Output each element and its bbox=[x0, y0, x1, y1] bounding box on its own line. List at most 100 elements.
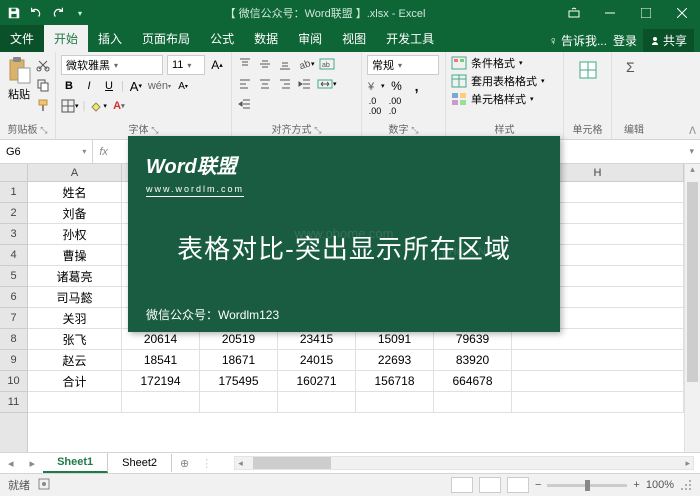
cells-group-label: 单元格 bbox=[573, 120, 603, 137]
font-name-select[interactable]: 微软雅黑▾ bbox=[61, 55, 163, 75]
align-center-icon[interactable] bbox=[257, 75, 273, 93]
cond-format-button[interactable]: 条件格式 ▾ bbox=[451, 55, 558, 71]
resize-grip-icon[interactable] bbox=[680, 479, 692, 491]
fill-color-icon[interactable]: ▾ bbox=[89, 97, 107, 115]
clipboard-launcher-icon[interactable]: ⤡ bbox=[40, 125, 47, 135]
vertical-scrollbar[interactable]: ▴ bbox=[684, 164, 700, 452]
table-format-button[interactable]: 套用表格格式 ▾ bbox=[451, 73, 558, 89]
svg-text:ab: ab bbox=[298, 58, 311, 71]
fx-icon[interactable]: fx bbox=[99, 146, 108, 158]
watermark-1: www.ohome.com bbox=[295, 226, 394, 241]
tab-view[interactable]: 视图 bbox=[332, 25, 376, 52]
zoom-out-icon[interactable]: − bbox=[535, 479, 541, 491]
clipboard-label: 剪贴板 bbox=[8, 125, 38, 136]
view-pagebreak-icon[interactable] bbox=[507, 477, 529, 493]
sheet-tab-2[interactable]: Sheet2 bbox=[108, 454, 172, 472]
grow-font-icon[interactable]: A▴ bbox=[209, 56, 225, 74]
tab-home[interactable]: 开始 bbox=[44, 25, 88, 52]
row-headers[interactable]: 1234567891011 bbox=[0, 182, 28, 452]
align-bottom-icon[interactable] bbox=[277, 55, 293, 73]
tab-file[interactable]: 文件 bbox=[0, 25, 44, 52]
italic-button[interactable]: I bbox=[81, 77, 97, 95]
align-middle-icon[interactable] bbox=[257, 55, 273, 73]
collapse-ribbon-icon[interactable]: ᐱ bbox=[689, 126, 696, 137]
zoom-slider[interactable] bbox=[547, 484, 627, 487]
number-group-label: 数字 bbox=[389, 125, 409, 136]
redo-icon[interactable] bbox=[48, 3, 68, 23]
inc-decimal-icon[interactable]: .0.00 bbox=[367, 97, 383, 115]
percent-icon[interactable]: % bbox=[389, 77, 405, 95]
font-color-icon[interactable]: A▾ bbox=[111, 97, 127, 115]
accounting-icon[interactable]: ¥▾ bbox=[367, 77, 385, 95]
styles-group-label: 样式 bbox=[451, 120, 558, 137]
indent-inc-icon[interactable] bbox=[237, 95, 253, 113]
bold-button[interactable]: B bbox=[61, 77, 77, 95]
view-normal-icon[interactable] bbox=[451, 477, 473, 493]
close-icon[interactable] bbox=[664, 0, 700, 26]
merge-icon[interactable]: ▾ bbox=[317, 75, 337, 93]
border-icon[interactable]: ▾ bbox=[61, 97, 79, 115]
zoom-level[interactable]: 100% bbox=[646, 479, 674, 491]
underline-button[interactable]: U bbox=[101, 77, 117, 95]
promo-overlay: Word联盟 www.wordlm.com www.ohome.com 表格对比… bbox=[128, 136, 560, 332]
svg-text:Σ: Σ bbox=[626, 59, 635, 75]
table-row[interactable] bbox=[28, 392, 684, 413]
sheet-nav-prev-icon[interactable]: ◂ bbox=[0, 457, 22, 470]
shrink-font-icon[interactable]: A▾ bbox=[175, 77, 191, 95]
orientation-icon[interactable]: ab▾ bbox=[297, 55, 315, 73]
zoom-in-icon[interactable]: + bbox=[633, 479, 639, 491]
qat-more-icon[interactable]: ▾ bbox=[70, 3, 90, 23]
macro-record-icon[interactable] bbox=[38, 478, 50, 493]
cut-icon[interactable] bbox=[35, 56, 51, 74]
share-button[interactable]: 共享 bbox=[643, 29, 694, 52]
name-box[interactable]: G6▾ bbox=[0, 140, 93, 163]
tab-layout[interactable]: 页面布局 bbox=[132, 25, 200, 52]
number-launcher-icon[interactable]: ⤡ bbox=[411, 125, 418, 135]
select-all-corner[interactable] bbox=[0, 164, 28, 182]
comma-icon[interactable]: , bbox=[409, 77, 425, 95]
align-launcher-icon[interactable]: ⤡ bbox=[314, 125, 321, 135]
tab-formula[interactable]: 公式 bbox=[200, 25, 244, 52]
dec-decimal-icon[interactable]: .00.0 bbox=[387, 97, 403, 115]
font-phonetic-icon[interactable]: wén▾ bbox=[148, 77, 171, 95]
wrap-text-icon[interactable]: ab bbox=[319, 55, 335, 73]
cells-button[interactable] bbox=[576, 54, 600, 86]
edit-button[interactable]: Σ bbox=[622, 54, 646, 86]
undo-icon[interactable] bbox=[26, 3, 46, 23]
font-launcher-icon[interactable]: ⤡ bbox=[151, 125, 158, 135]
horizontal-scrollbar[interactable]: ◂ ▸ bbox=[234, 456, 694, 470]
tab-review[interactable]: 审阅 bbox=[288, 25, 332, 52]
tab-insert[interactable]: 插入 bbox=[88, 25, 132, 52]
view-layout-icon[interactable] bbox=[479, 477, 501, 493]
indent-dec-icon[interactable] bbox=[297, 75, 313, 93]
cell-styles-button[interactable]: 单元格样式 ▾ bbox=[451, 91, 558, 107]
font-group-label: 字体 bbox=[129, 125, 149, 136]
expand-formula-icon[interactable]: ▾ bbox=[689, 146, 694, 157]
tell-me[interactable]: ♀ 告诉我... bbox=[549, 32, 607, 49]
edit-group-label: 编辑 bbox=[624, 120, 644, 137]
tab-dev[interactable]: 开发工具 bbox=[376, 25, 444, 52]
paste-button[interactable]: 粘贴 bbox=[5, 54, 33, 120]
add-sheet-icon[interactable]: ⊕ bbox=[172, 457, 197, 470]
save-icon[interactable] bbox=[4, 3, 24, 23]
number-format-select[interactable]: 常规▾ bbox=[367, 55, 439, 75]
sheet-tab-1[interactable]: Sheet1 bbox=[43, 453, 108, 473]
font-size-select[interactable]: 11▾ bbox=[167, 55, 205, 75]
table-row[interactable]: 赵云1854118671240152269383920 bbox=[28, 350, 684, 371]
ribbon-options-icon[interactable] bbox=[556, 0, 592, 26]
window-title: 【 微信公众号：Word联盟 】.xlsx - Excel bbox=[94, 5, 556, 21]
login-link[interactable]: 登录 bbox=[613, 32, 637, 49]
format-painter-icon[interactable] bbox=[35, 96, 51, 114]
minimize-icon[interactable] bbox=[592, 0, 628, 26]
sheet-nav-next-icon[interactable]: ▸ bbox=[22, 457, 44, 470]
align-right-icon[interactable] bbox=[277, 75, 293, 93]
align-left-icon[interactable] bbox=[237, 75, 253, 93]
maximize-icon[interactable] bbox=[628, 0, 664, 26]
table-row[interactable]: 张飞2061420519234151509179639 bbox=[28, 329, 684, 350]
tab-data[interactable]: 数据 bbox=[244, 25, 288, 52]
table-row[interactable]: 合计172194175495160271156718664678 bbox=[28, 371, 684, 392]
copy-icon[interactable] bbox=[35, 76, 51, 94]
svg-text:¥: ¥ bbox=[367, 81, 375, 93]
align-top-icon[interactable] bbox=[237, 55, 253, 73]
font-color-a-icon[interactable]: A▾ bbox=[128, 77, 144, 95]
